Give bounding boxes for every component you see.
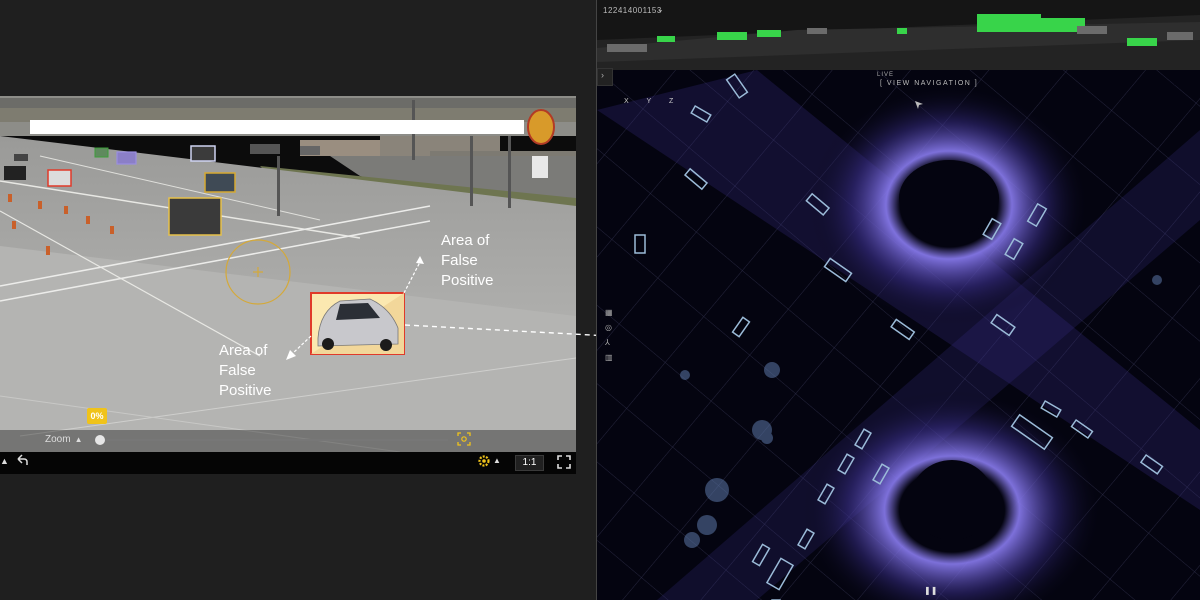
pause-icon[interactable]: ❚❚: [924, 586, 937, 595]
grid-icon[interactable]: ▦: [605, 308, 613, 317]
panel-icon[interactable]: ▥: [605, 353, 613, 362]
view-navigation-button[interactable]: [ VIEW NAVIGATION ]: [880, 80, 978, 87]
axes-label: X Y Z: [624, 98, 682, 105]
lidar-preview-strip: 122414001153 ⌄: [597, 0, 1200, 70]
globe-icon[interactable]: ◎: [605, 323, 613, 332]
chevron-down-icon[interactable]: ⌄: [657, 5, 664, 14]
nav-cursor-icon: [914, 97, 924, 109]
lidar-tool-column: ▦ ◎ ⅄ ▥: [605, 308, 613, 362]
person-icon[interactable]: ⅄: [605, 338, 613, 347]
expand-arrow-icon: ›: [601, 70, 604, 80]
lidar-preview-scene: [597, 0, 1200, 70]
device-id[interactable]: 122414001153: [603, 6, 662, 15]
live-indicator: LIVE: [877, 72, 895, 78]
lidar-point-cloud[interactable]: [597, 70, 1200, 600]
expand-panel-button[interactable]: ›: [597, 68, 613, 86]
lidar-panel: 122414001153 ⌄ LIVE [VIEW NAVIGATION] …: [597, 0, 1200, 600]
